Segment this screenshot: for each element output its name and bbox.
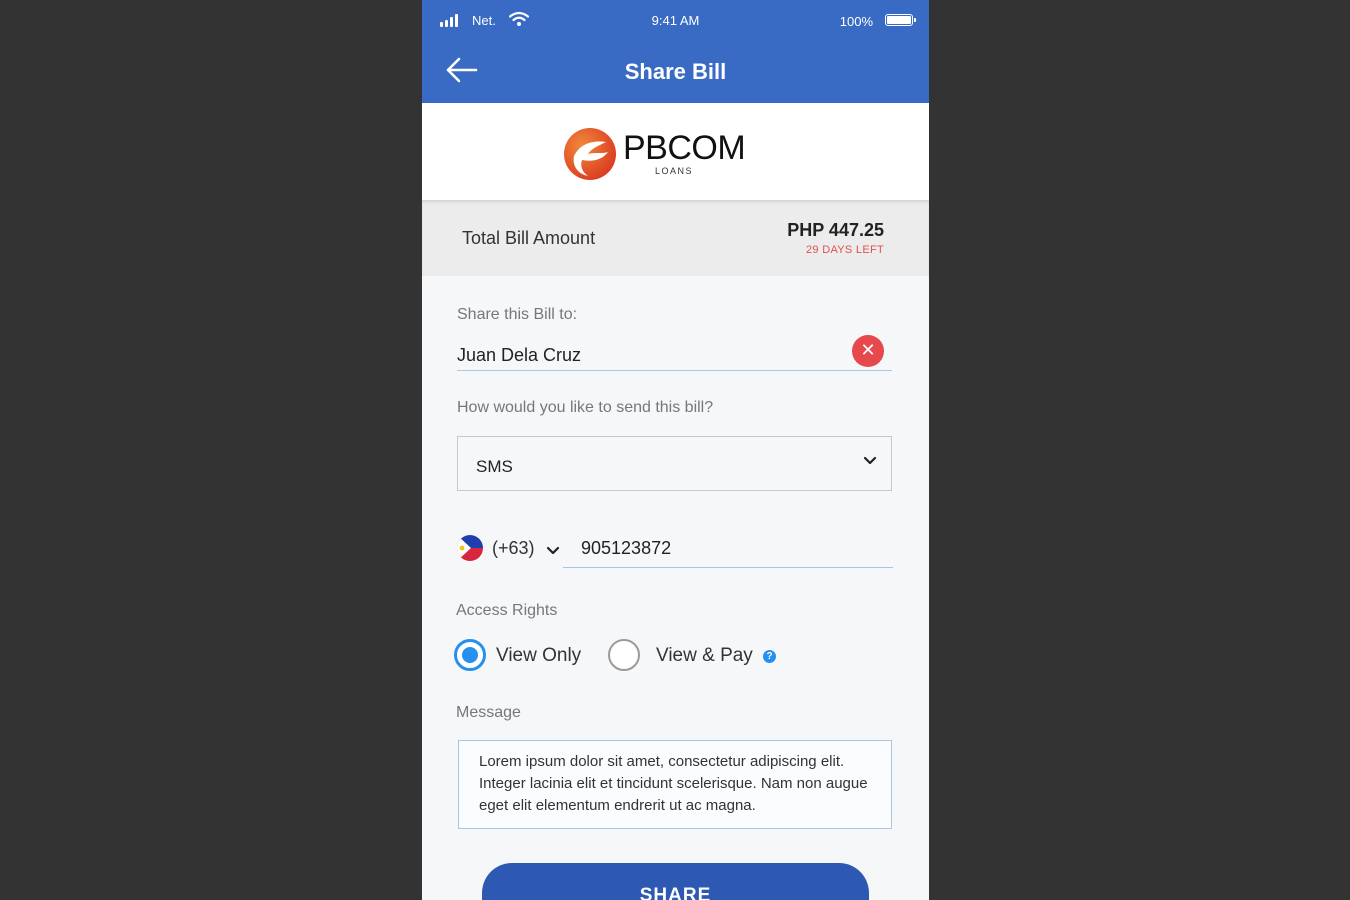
help-icon[interactable]: ?	[763, 650, 776, 663]
phone-input-underline	[563, 567, 893, 568]
view-only-radio[interactable]	[454, 639, 486, 671]
send-method-select[interactable]: SMS	[457, 436, 892, 491]
status-bar: Net. 9:41 AM 100%	[422, 0, 929, 40]
brand-banner: PBCOM LOANS	[422, 103, 929, 200]
philippines-flag-icon	[457, 535, 483, 561]
send-method-value: SMS	[476, 457, 513, 476]
message-textarea[interactable]: Lorem ipsum dolor sit amet, consectetur …	[458, 740, 892, 829]
brand-name: PBCOM	[623, 129, 746, 167]
phone-number-input[interactable]: 905123872	[581, 538, 671, 559]
battery-icon	[885, 14, 916, 26]
pbcom-logo-icon	[564, 128, 616, 180]
send-method-label: How would you like to send this bill?	[457, 399, 714, 416]
view-pay-radio[interactable]	[608, 639, 640, 671]
share-to-label: Share this Bill to:	[457, 306, 578, 323]
recipient-input-underline	[457, 370, 892, 371]
country-code-select[interactable]: (+63)	[492, 538, 535, 559]
share-button[interactable]: SHARE	[482, 863, 869, 900]
access-rights-label: Access Rights	[456, 602, 558, 619]
total-bill-label: Total Bill Amount	[462, 228, 596, 248]
page-title: Share Bill	[624, 59, 727, 84]
view-pay-label[interactable]: View & Pay	[656, 645, 753, 667]
total-bill-amount: PHP 447.25	[787, 220, 884, 240]
bill-summary: Total Bill Amount PHP 447.25 29 DAYS LEF…	[422, 200, 929, 276]
recipient-name-input[interactable]: Juan Dela Cruz	[457, 345, 581, 366]
view-only-label[interactable]: View Only	[496, 645, 581, 667]
message-label: Message	[456, 704, 521, 721]
battery-percent: 100%	[839, 14, 873, 29]
brand-subtitle: LOANS	[655, 166, 694, 176]
clear-recipient-button[interactable]: ✕	[852, 335, 884, 367]
phone-screen: Net. 9:41 AM 100% Share Bill PBCOM LOANS…	[422, 0, 929, 900]
chevron-down-icon[interactable]	[546, 545, 560, 557]
close-icon: ✕	[860, 340, 876, 360]
days-left-badge: 29 DAYS LEFT	[806, 244, 884, 256]
chevron-down-icon	[863, 456, 877, 465]
app-header: Net. 9:41 AM 100% Share Bill	[422, 0, 929, 103]
